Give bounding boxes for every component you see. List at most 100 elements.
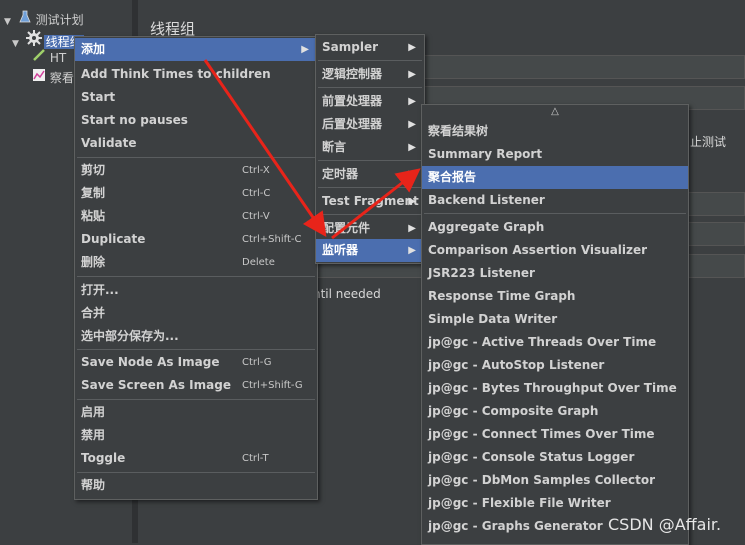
menu-separator bbox=[77, 349, 315, 350]
menu-item-label: 后置处理器 bbox=[322, 117, 383, 131]
tree-item-http[interactable]: HT bbox=[32, 48, 66, 66]
expand-toggle-icon[interactable]: ▼ bbox=[12, 35, 22, 53]
listener-item-summary-report[interactable]: Summary Report bbox=[422, 143, 688, 166]
menu-shortcut: Ctrl-X bbox=[242, 165, 270, 176]
menu-separator bbox=[318, 60, 422, 61]
menu-item-label: 监听器 bbox=[322, 243, 359, 257]
menu-item-label: Start no pauses bbox=[81, 113, 188, 127]
menu-item-label: Save Screen As Image bbox=[81, 378, 231, 392]
menu-shortcut: Ctrl-G bbox=[242, 357, 272, 368]
tree-item-view-results[interactable]: 察看 bbox=[32, 68, 74, 86]
submenu-arrow-icon: ▶ bbox=[408, 96, 416, 107]
menu-separator bbox=[424, 213, 686, 214]
menu-item-save-selection-as[interactable]: 选中部分保存为... bbox=[75, 325, 317, 348]
submenu-item-timer[interactable]: 定时器 ▶ bbox=[316, 163, 424, 186]
menu-item-label: Response Time Graph bbox=[428, 289, 576, 303]
menu-item-help[interactable]: 帮助 bbox=[75, 474, 317, 497]
menu-item-label: 定时器 bbox=[322, 167, 359, 181]
listener-item-composite-graph[interactable]: jp@gc - Composite Graph bbox=[422, 400, 688, 423]
menu-item-label: 察看结果树 bbox=[428, 124, 489, 138]
menu-shortcut: Ctrl+Shift-G bbox=[242, 380, 303, 391]
menu-item-paste[interactable]: 粘贴 Ctrl-V bbox=[75, 205, 317, 228]
listener-item-backend-listener[interactable]: Backend Listener bbox=[422, 189, 688, 212]
menu-item-label: Add Think Times to children bbox=[81, 67, 271, 81]
listener-submenu: △ 察看结果树 Summary Report 聚合报告 Backend List… bbox=[421, 104, 689, 545]
submenu-arrow-icon: ▶ bbox=[408, 223, 416, 234]
menu-separator bbox=[318, 160, 422, 161]
menu-item-label: 启用 bbox=[81, 405, 106, 419]
menu-item-save-screen-as-image[interactable]: Save Screen As Image Ctrl+Shift-G bbox=[75, 374, 317, 397]
menu-item-copy[interactable]: 复制 Ctrl-C bbox=[75, 182, 317, 205]
menu-item-enable[interactable]: 启用 bbox=[75, 401, 317, 424]
menu-separator bbox=[77, 399, 315, 400]
menu-item-label: Validate bbox=[81, 136, 137, 150]
menu-separator bbox=[318, 214, 422, 215]
menu-item-label: 帮助 bbox=[81, 478, 106, 492]
chart-icon bbox=[32, 68, 46, 87]
listener-item-response-time-graph[interactable]: Response Time Graph bbox=[422, 285, 688, 308]
menu-item-delete[interactable]: 删除 Delete bbox=[75, 251, 317, 274]
menu-item-label: 聚合报告 bbox=[428, 170, 477, 184]
listener-item-active-threads-over-time[interactable]: jp@gc - Active Threads Over Time bbox=[422, 331, 688, 354]
listener-item-view-results-tree[interactable]: 察看结果树 bbox=[422, 120, 688, 143]
submenu-item-post-processor[interactable]: 后置处理器 ▶ bbox=[316, 113, 424, 136]
menu-item-label: 复制 bbox=[81, 186, 106, 200]
menu-item-label: 逻辑控制器 bbox=[322, 67, 383, 81]
menu-item-label: 配置元件 bbox=[322, 221, 371, 235]
menu-item-toggle[interactable]: Toggle Ctrl-T bbox=[75, 447, 317, 470]
menu-item-start-no-pauses[interactable]: Start no pauses bbox=[75, 109, 317, 132]
menu-item-add[interactable]: 添加 ▶ bbox=[75, 38, 317, 61]
menu-item-label: jp@gc - Active Threads Over Time bbox=[428, 335, 657, 349]
expand-toggle-icon[interactable]: ▼ bbox=[4, 13, 14, 31]
listener-item-autostop-listener[interactable]: jp@gc - AutoStop Listener bbox=[422, 354, 688, 377]
menu-item-start[interactable]: Start bbox=[75, 86, 317, 109]
tree-item-thread-group[interactable]: ▼ 线程组 bbox=[12, 30, 84, 49]
listener-item-console-status-logger[interactable]: jp@gc - Console Status Logger bbox=[422, 446, 688, 469]
menu-separator bbox=[77, 157, 315, 158]
submenu-item-test-fragment[interactable]: Test Fragment ▶ bbox=[316, 190, 424, 213]
menu-item-validate[interactable]: Validate bbox=[75, 132, 317, 155]
menu-item-open[interactable]: 打开... bbox=[75, 279, 317, 302]
submenu-item-assertion[interactable]: 断言 ▶ bbox=[316, 136, 424, 159]
menu-shortcut: Ctrl-V bbox=[242, 211, 270, 222]
submenu-item-sampler[interactable]: Sampler ▶ bbox=[316, 36, 424, 59]
menu-item-label: Comparison Assertion Visualizer bbox=[428, 243, 648, 257]
listener-item-simple-data-writer[interactable]: Simple Data Writer bbox=[422, 308, 688, 331]
listener-item-dbmon-samples-collector[interactable]: jp@gc - DbMon Samples Collector bbox=[422, 469, 688, 492]
submenu-arrow-icon: ▶ bbox=[408, 142, 416, 153]
menu-item-label: Toggle bbox=[81, 451, 126, 465]
menu-item-cut[interactable]: 剪切 Ctrl-X bbox=[75, 159, 317, 182]
listener-item-connect-times-over-time[interactable]: jp@gc - Connect Times Over Time bbox=[422, 423, 688, 446]
listener-item-flexible-file-writer[interactable]: jp@gc - Flexible File Writer bbox=[422, 492, 688, 515]
menu-item-label: jp@gc - DbMon Samples Collector bbox=[428, 473, 656, 487]
menu-item-save-node-as-image[interactable]: Save Node As Image Ctrl-G bbox=[75, 351, 317, 374]
pipette-icon bbox=[32, 48, 46, 67]
stop-test-label: 止测试 bbox=[690, 135, 727, 149]
listener-item-jsr223-listener[interactable]: JSR223 Listener bbox=[422, 262, 688, 285]
menu-item-label: 粘贴 bbox=[81, 209, 106, 223]
until-needed-label: ntil needed bbox=[313, 287, 381, 301]
listener-item-aggregate-graph[interactable]: Aggregate Graph bbox=[422, 216, 688, 239]
menu-item-disable[interactable]: 禁用 bbox=[75, 424, 317, 447]
menu-item-label: jp@gc - Bytes Throughput Over Time bbox=[428, 381, 677, 395]
menu-item-add-think-times[interactable]: Add Think Times to children bbox=[75, 63, 317, 86]
menu-item-label: jp@gc - Graphs Generator bbox=[428, 519, 603, 533]
submenu-item-config-element[interactable]: 配置元件 ▶ bbox=[316, 217, 424, 240]
menu-item-label: JSR223 Listener bbox=[428, 266, 535, 280]
menu-item-label: jp@gc - Connect Times Over Time bbox=[428, 427, 655, 441]
submenu-item-logic-controller[interactable]: 逻辑控制器 ▶ bbox=[316, 63, 424, 86]
listener-item-bytes-throughput-over-time[interactable]: jp@gc - Bytes Throughput Over Time bbox=[422, 377, 688, 400]
listener-item-aggregate-report[interactable]: 聚合报告 bbox=[422, 166, 688, 189]
menu-shortcut: Delete bbox=[242, 257, 275, 268]
menu-item-label: Backend Listener bbox=[428, 193, 545, 207]
scroll-up-arrow-icon[interactable]: △ bbox=[422, 105, 688, 119]
tree-item-label: HT bbox=[49, 51, 67, 65]
menu-item-merge[interactable]: 合并 bbox=[75, 302, 317, 325]
menu-item-label: 合并 bbox=[81, 306, 106, 320]
listener-item-comparison-assertion-visualizer[interactable]: Comparison Assertion Visualizer bbox=[422, 239, 688, 262]
menu-item-label: Simple Data Writer bbox=[428, 312, 558, 326]
submenu-item-listener[interactable]: 监听器 ▶ bbox=[316, 239, 424, 262]
submenu-item-pre-processor[interactable]: 前置处理器 ▶ bbox=[316, 90, 424, 113]
tree-item-test-plan[interactable]: ▼ 测试计划 bbox=[4, 10, 84, 28]
menu-item-duplicate[interactable]: Duplicate Ctrl+Shift-C bbox=[75, 228, 317, 251]
